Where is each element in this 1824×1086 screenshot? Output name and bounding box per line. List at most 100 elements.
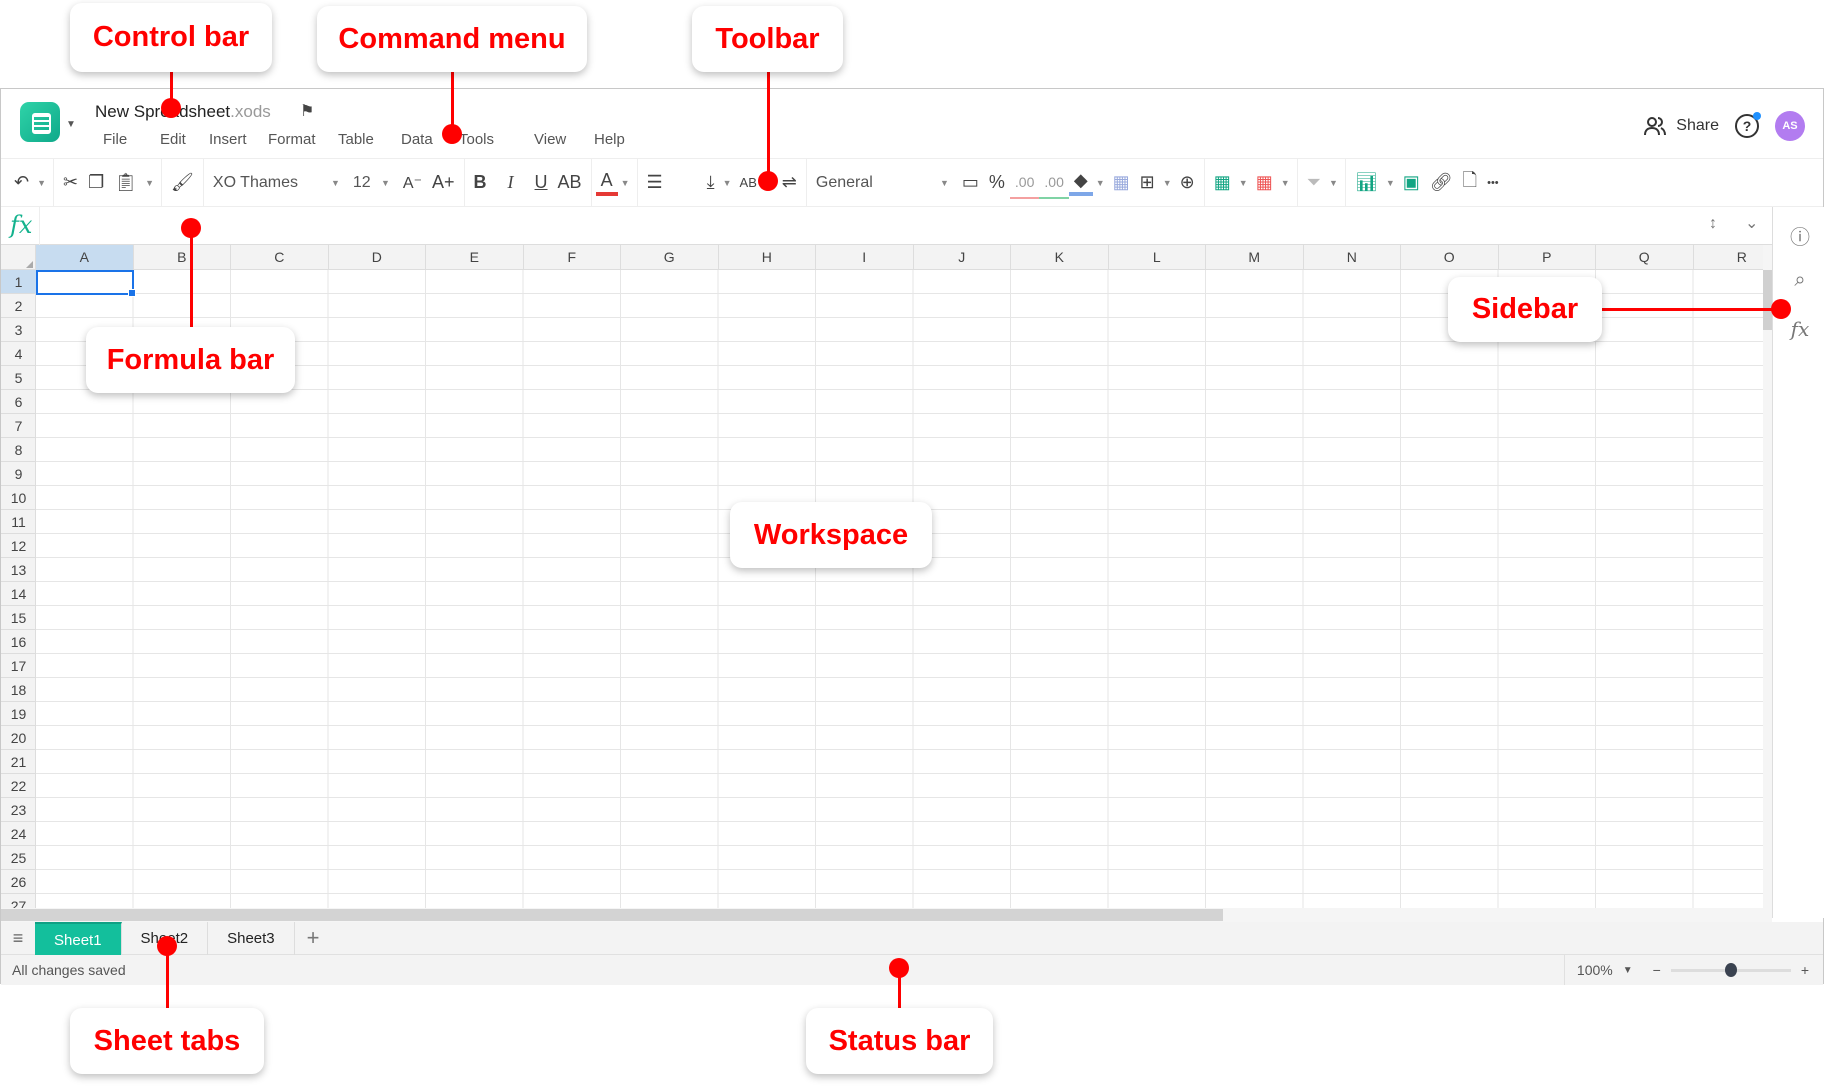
column-header-l[interactable]: L [1109,245,1206,270]
italic-button[interactable]: I [492,167,530,199]
row-header-18[interactable]: 18 [1,678,36,702]
chevron-down-icon[interactable]: ▼ [1278,178,1293,188]
chevron-down-icon[interactable]: ⌄ [1745,213,1758,233]
note-icon[interactable]: 🗋 [1458,167,1482,199]
column-header-q[interactable]: Q [1596,245,1694,270]
help-icon[interactable]: ? [1735,112,1761,138]
column-header-r[interactable]: R [1694,245,1764,270]
share-button[interactable]: Share [1644,116,1719,136]
sheet-tab-1[interactable]: Sheet1 [35,921,122,955]
column-header-o[interactable]: O [1401,245,1499,270]
avatar[interactable]: AS [1775,111,1805,141]
row-header-21[interactable]: 21 [1,750,36,774]
column-header-n[interactable]: N [1304,245,1401,270]
row-header-27[interactable]: 27 [1,894,36,908]
chevron-down-icon[interactable]: ▼ [720,178,735,188]
chevron-down-icon[interactable]: ▼ [1623,965,1633,976]
bold-button[interactable]: B [469,167,492,199]
image-icon[interactable]: ▣ [1398,167,1425,199]
info-icon[interactable]: ⓘ [1787,221,1813,249]
fill-color-icon[interactable]: ◆ [1068,170,1093,196]
row-header-20[interactable]: 20 [1,726,36,750]
chart-icon[interactable]: 📊︎ [1350,167,1383,199]
row-header-7[interactable]: 7 [1,414,36,438]
borders-icon[interactable]: ⊞ [1135,167,1160,199]
scroll-thumb[interactable] [1,909,1223,921]
delete-rows-icon[interactable]: ▦ [1251,167,1278,199]
column-header-k[interactable]: K [1011,245,1109,270]
row-header-2[interactable]: 2 [1,294,36,318]
resize-icon[interactable]: ↕ [1709,215,1717,233]
menu-file[interactable]: File [103,131,160,148]
percent-button[interactable]: % [984,167,1010,199]
row-header-14[interactable]: 14 [1,582,36,606]
row-header-11[interactable]: 11 [1,510,36,534]
insert-rows-icon[interactable]: ▦ [1209,167,1236,199]
row-header-24[interactable]: 24 [1,822,36,846]
filter-icon[interactable]: ⏷ [1302,167,1326,199]
menu-table[interactable]: Table [338,131,401,148]
scroll-thumb[interactable] [1763,270,1772,330]
column-header-p[interactable]: P [1499,245,1596,270]
strikethrough-button[interactable]: AB [553,167,587,199]
column-header-g[interactable]: G [621,245,719,270]
column-header-h[interactable]: H [719,245,816,270]
row-header-5[interactable]: 5 [1,366,36,390]
menu-tools[interactable]: Tools [459,131,534,148]
zoom-out-button[interactable]: − [1653,962,1661,978]
row-header-4[interactable]: 4 [1,342,36,366]
horizontal-scrollbar[interactable] [1,908,1772,922]
underline-button[interactable]: U [530,167,553,199]
currency-format-icon[interactable]: ▭ [957,167,984,199]
decrease-decimal-button[interactable]: .00 [1009,167,1040,199]
cut-icon[interactable]: ✂ [58,167,83,199]
row-header-12[interactable]: 12 [1,534,36,558]
column-header-c[interactable]: C [231,245,329,270]
document-title[interactable]: New Spreadsheet.xods [95,102,271,122]
row-header-13[interactable]: 13 [1,558,36,582]
zoom-slider-handle[interactable] [1724,962,1737,977]
function-icon[interactable]: fx [1787,317,1813,343]
paste-icon[interactable]: 📋︎ [109,167,142,199]
row-header-25[interactable]: 25 [1,846,36,870]
chevron-down-icon[interactable]: ▼ [618,178,633,188]
select-all-corner[interactable] [1,245,36,270]
flag-icon[interactable]: ⚑ [300,101,314,121]
copy-icon[interactable]: ❐ [83,167,109,199]
chevron-down-icon[interactable]: ▼ [1160,178,1175,188]
add-sheet-button[interactable]: + [295,925,332,951]
row-header-6[interactable]: 6 [1,390,36,414]
column-header-i[interactable]: I [816,245,914,270]
search-icon[interactable]: ⌕ [1787,269,1813,295]
chevron-down-icon[interactable]: ▼ [66,119,76,130]
font-size-select[interactable]: 12 ▼ [348,167,398,199]
column-header-d[interactable]: D [329,245,426,270]
row-header-17[interactable]: 17 [1,654,36,678]
vertical-scrollbar[interactable] [1763,245,1772,908]
undo-icon[interactable]: ↶ [9,167,34,199]
menu-edit[interactable]: Edit [160,131,209,148]
row-header-15[interactable]: 15 [1,606,36,630]
menu-view[interactable]: View [534,131,594,148]
column-header-b[interactable]: B [134,245,231,270]
app-logo[interactable] [20,102,60,142]
row-header-3[interactable]: 3 [1,318,36,342]
row-header-10[interactable]: 10 [1,486,36,510]
zoom-level[interactable]: 100% [1577,962,1613,978]
column-header-e[interactable]: E [426,245,524,270]
column-header-a[interactable]: A [36,245,134,270]
decrease-font-button[interactable]: A⁻ [398,167,427,199]
row-header-8[interactable]: 8 [1,438,36,462]
row-header-1[interactable]: 1 [1,270,36,294]
format-painter-icon[interactable]: 🖌︎ [166,167,199,199]
cell-grid[interactable] [36,270,1763,908]
column-header-f[interactable]: F [524,245,621,270]
increase-font-button[interactable]: A+ [427,167,460,199]
formula-input[interactable] [43,212,1683,240]
wrap-text-icon[interactable]: ⇌ [777,167,802,199]
link-icon[interactable]: 🔗︎ [1425,167,1458,199]
row-header-16[interactable]: 16 [1,630,36,654]
zoom-slider[interactable] [1670,962,1791,977]
merge-cells-icon[interactable]: ⊕ [1175,167,1200,199]
menu-icon[interactable]: ≡ [1,928,35,949]
